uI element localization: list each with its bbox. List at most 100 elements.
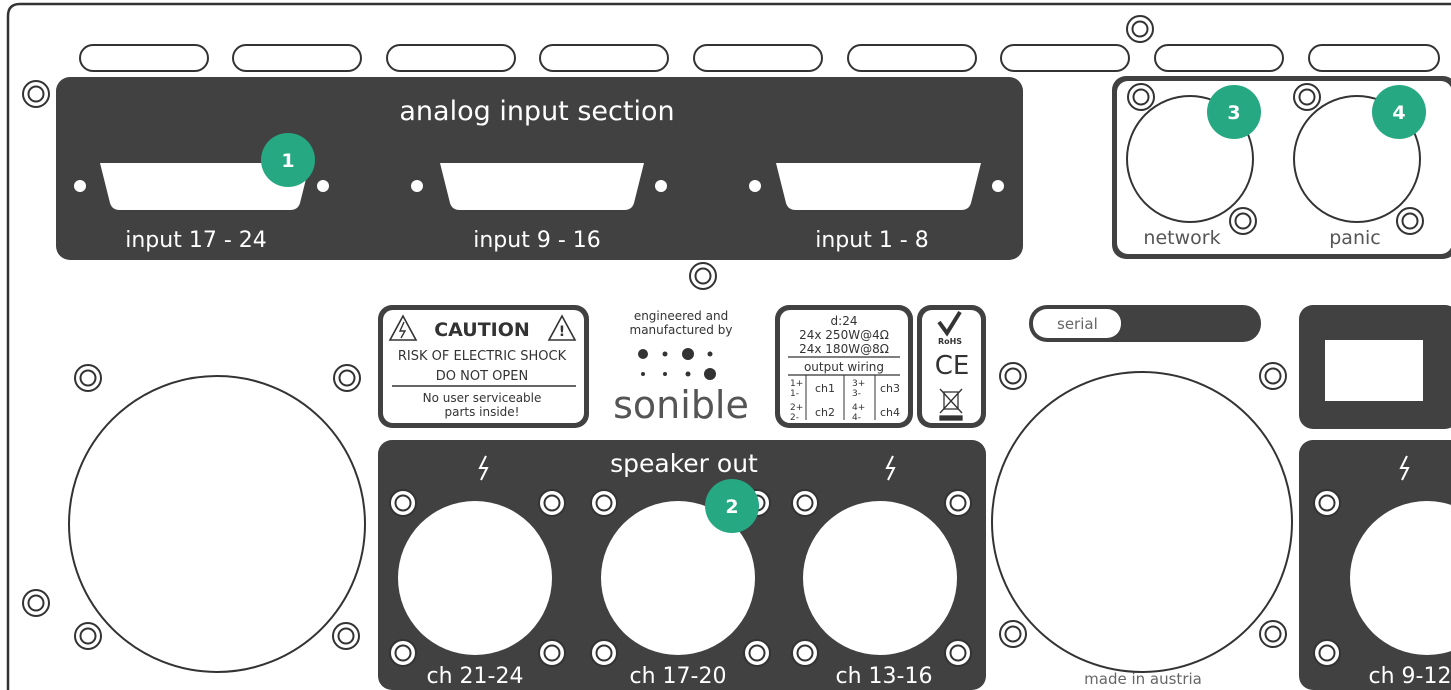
screw xyxy=(944,489,972,517)
screw xyxy=(74,364,102,392)
pin-label: 3+ xyxy=(852,379,865,389)
fan-opening-right xyxy=(991,371,1293,673)
mount-hole xyxy=(317,180,329,192)
screw xyxy=(1229,207,1257,235)
screw xyxy=(1293,83,1321,111)
screw xyxy=(389,639,417,667)
vent-slot xyxy=(1154,44,1284,72)
pin-label: 1- xyxy=(790,389,799,399)
maker-block: engineered and manufactured by sonible xyxy=(613,309,749,427)
screw xyxy=(791,639,819,667)
power-switch-section xyxy=(1299,305,1451,429)
screw xyxy=(944,639,972,667)
mount-hole xyxy=(74,180,86,192)
screw xyxy=(332,622,360,650)
speakon-connector[interactable] xyxy=(803,501,957,655)
ce-mark: CE xyxy=(935,351,970,381)
channel-label: ch 13-16 xyxy=(836,664,933,689)
channel-label: ch3 xyxy=(880,382,900,395)
screw xyxy=(689,262,717,290)
channel-label: ch1 xyxy=(815,382,835,395)
callout-badge: 4 xyxy=(1372,85,1426,139)
sonible-logo-icon xyxy=(638,348,716,380)
screw xyxy=(389,489,417,517)
screw xyxy=(999,620,1027,648)
pin-label: 4- xyxy=(852,413,861,423)
screw xyxy=(538,489,566,517)
callout-badge: 3 xyxy=(1207,85,1261,139)
rohs-mark: RoHS xyxy=(938,337,962,346)
screw xyxy=(590,639,618,667)
screw xyxy=(1396,207,1424,235)
svg-text:!: ! xyxy=(559,324,565,340)
pin-label: 2- xyxy=(790,413,799,423)
screw xyxy=(999,362,1027,390)
input-label: input 9 - 16 xyxy=(473,228,601,253)
screw xyxy=(1313,489,1341,517)
mount-hole xyxy=(992,180,1004,192)
vent-slot xyxy=(693,44,823,72)
screw xyxy=(74,622,102,650)
db25-connector[interactable] xyxy=(440,163,644,210)
caution-label: ! CAUTION RISK OF ELECTRIC SHOCK DO NOT … xyxy=(378,305,589,428)
svg-text:1: 1 xyxy=(281,150,294,172)
callout-badge: 2 xyxy=(705,479,759,533)
fan-opening-left xyxy=(68,375,366,673)
screw xyxy=(743,639,771,667)
speaker-out-section: speaker out ch 21-24 ch 17-20 ch 13-16 xyxy=(378,440,986,690)
speakon-connector[interactable] xyxy=(398,501,552,655)
compliance-label: RoHS CE xyxy=(917,305,986,428)
screw xyxy=(22,589,50,617)
vent-slots xyxy=(79,44,1440,72)
wiring-title: output wiring xyxy=(804,360,884,374)
vent-slot xyxy=(1000,44,1130,72)
caution-title: CAUTION xyxy=(434,319,530,341)
channel-label: ch 21-24 xyxy=(427,664,524,689)
input-label: input 1 - 8 xyxy=(815,228,929,253)
vent-slot xyxy=(847,44,977,72)
caution-line: No user serviceable xyxy=(423,391,542,405)
analog-section-title: analog input section xyxy=(399,96,674,127)
screw xyxy=(590,489,618,517)
serial-text: serial xyxy=(1057,315,1098,333)
maker-line: engineered and xyxy=(634,309,728,323)
channel-label: ch 9-12 xyxy=(1369,664,1451,689)
screw xyxy=(333,364,361,392)
svg-text:2: 2 xyxy=(725,496,738,518)
panic-label: panic xyxy=(1329,227,1380,249)
pin-label: 3- xyxy=(852,389,861,399)
mount-hole xyxy=(749,180,761,192)
pin-label: 2+ xyxy=(790,403,803,413)
channel-label: ch2 xyxy=(815,406,835,419)
pin-label: 1+ xyxy=(790,379,803,389)
db25-connector[interactable] xyxy=(776,163,981,210)
vent-slot xyxy=(1308,44,1440,72)
channel-label: ch4 xyxy=(880,406,900,419)
caution-line: DO NOT OPEN xyxy=(436,369,528,384)
power-switch[interactable] xyxy=(1325,340,1423,401)
made-in-label: made in austria xyxy=(1084,670,1202,688)
rear-panel-diagram: analog input section input 17 - 24 input… xyxy=(6,2,1451,690)
mount-hole xyxy=(411,180,423,192)
power-rating: 24x 180W@8Ω xyxy=(799,342,889,356)
speaker-section-title: speaker out xyxy=(610,449,758,478)
speaker-out-section-right: ch 9-12 xyxy=(1299,440,1451,690)
screw xyxy=(1313,639,1341,667)
screw xyxy=(1259,362,1287,390)
caution-line: parts inside! xyxy=(444,405,519,419)
caution-line: RISK OF ELECTRIC SHOCK xyxy=(398,349,567,364)
vent-slot xyxy=(79,44,209,72)
screw xyxy=(791,489,819,517)
input-label: input 17 - 24 xyxy=(125,228,267,253)
screw xyxy=(1259,620,1287,648)
mount-hole xyxy=(655,180,667,192)
vent-slot xyxy=(232,44,362,72)
pin-label: 4+ xyxy=(852,403,865,413)
callout-badge: 1 xyxy=(261,133,315,187)
network-label: network xyxy=(1143,227,1220,249)
power-rating: 24x 250W@4Ω xyxy=(799,328,889,342)
svg-text:4: 4 xyxy=(1392,102,1405,124)
vent-slot xyxy=(386,44,516,72)
screw xyxy=(1127,83,1155,111)
brand-name: sonible xyxy=(613,383,749,427)
